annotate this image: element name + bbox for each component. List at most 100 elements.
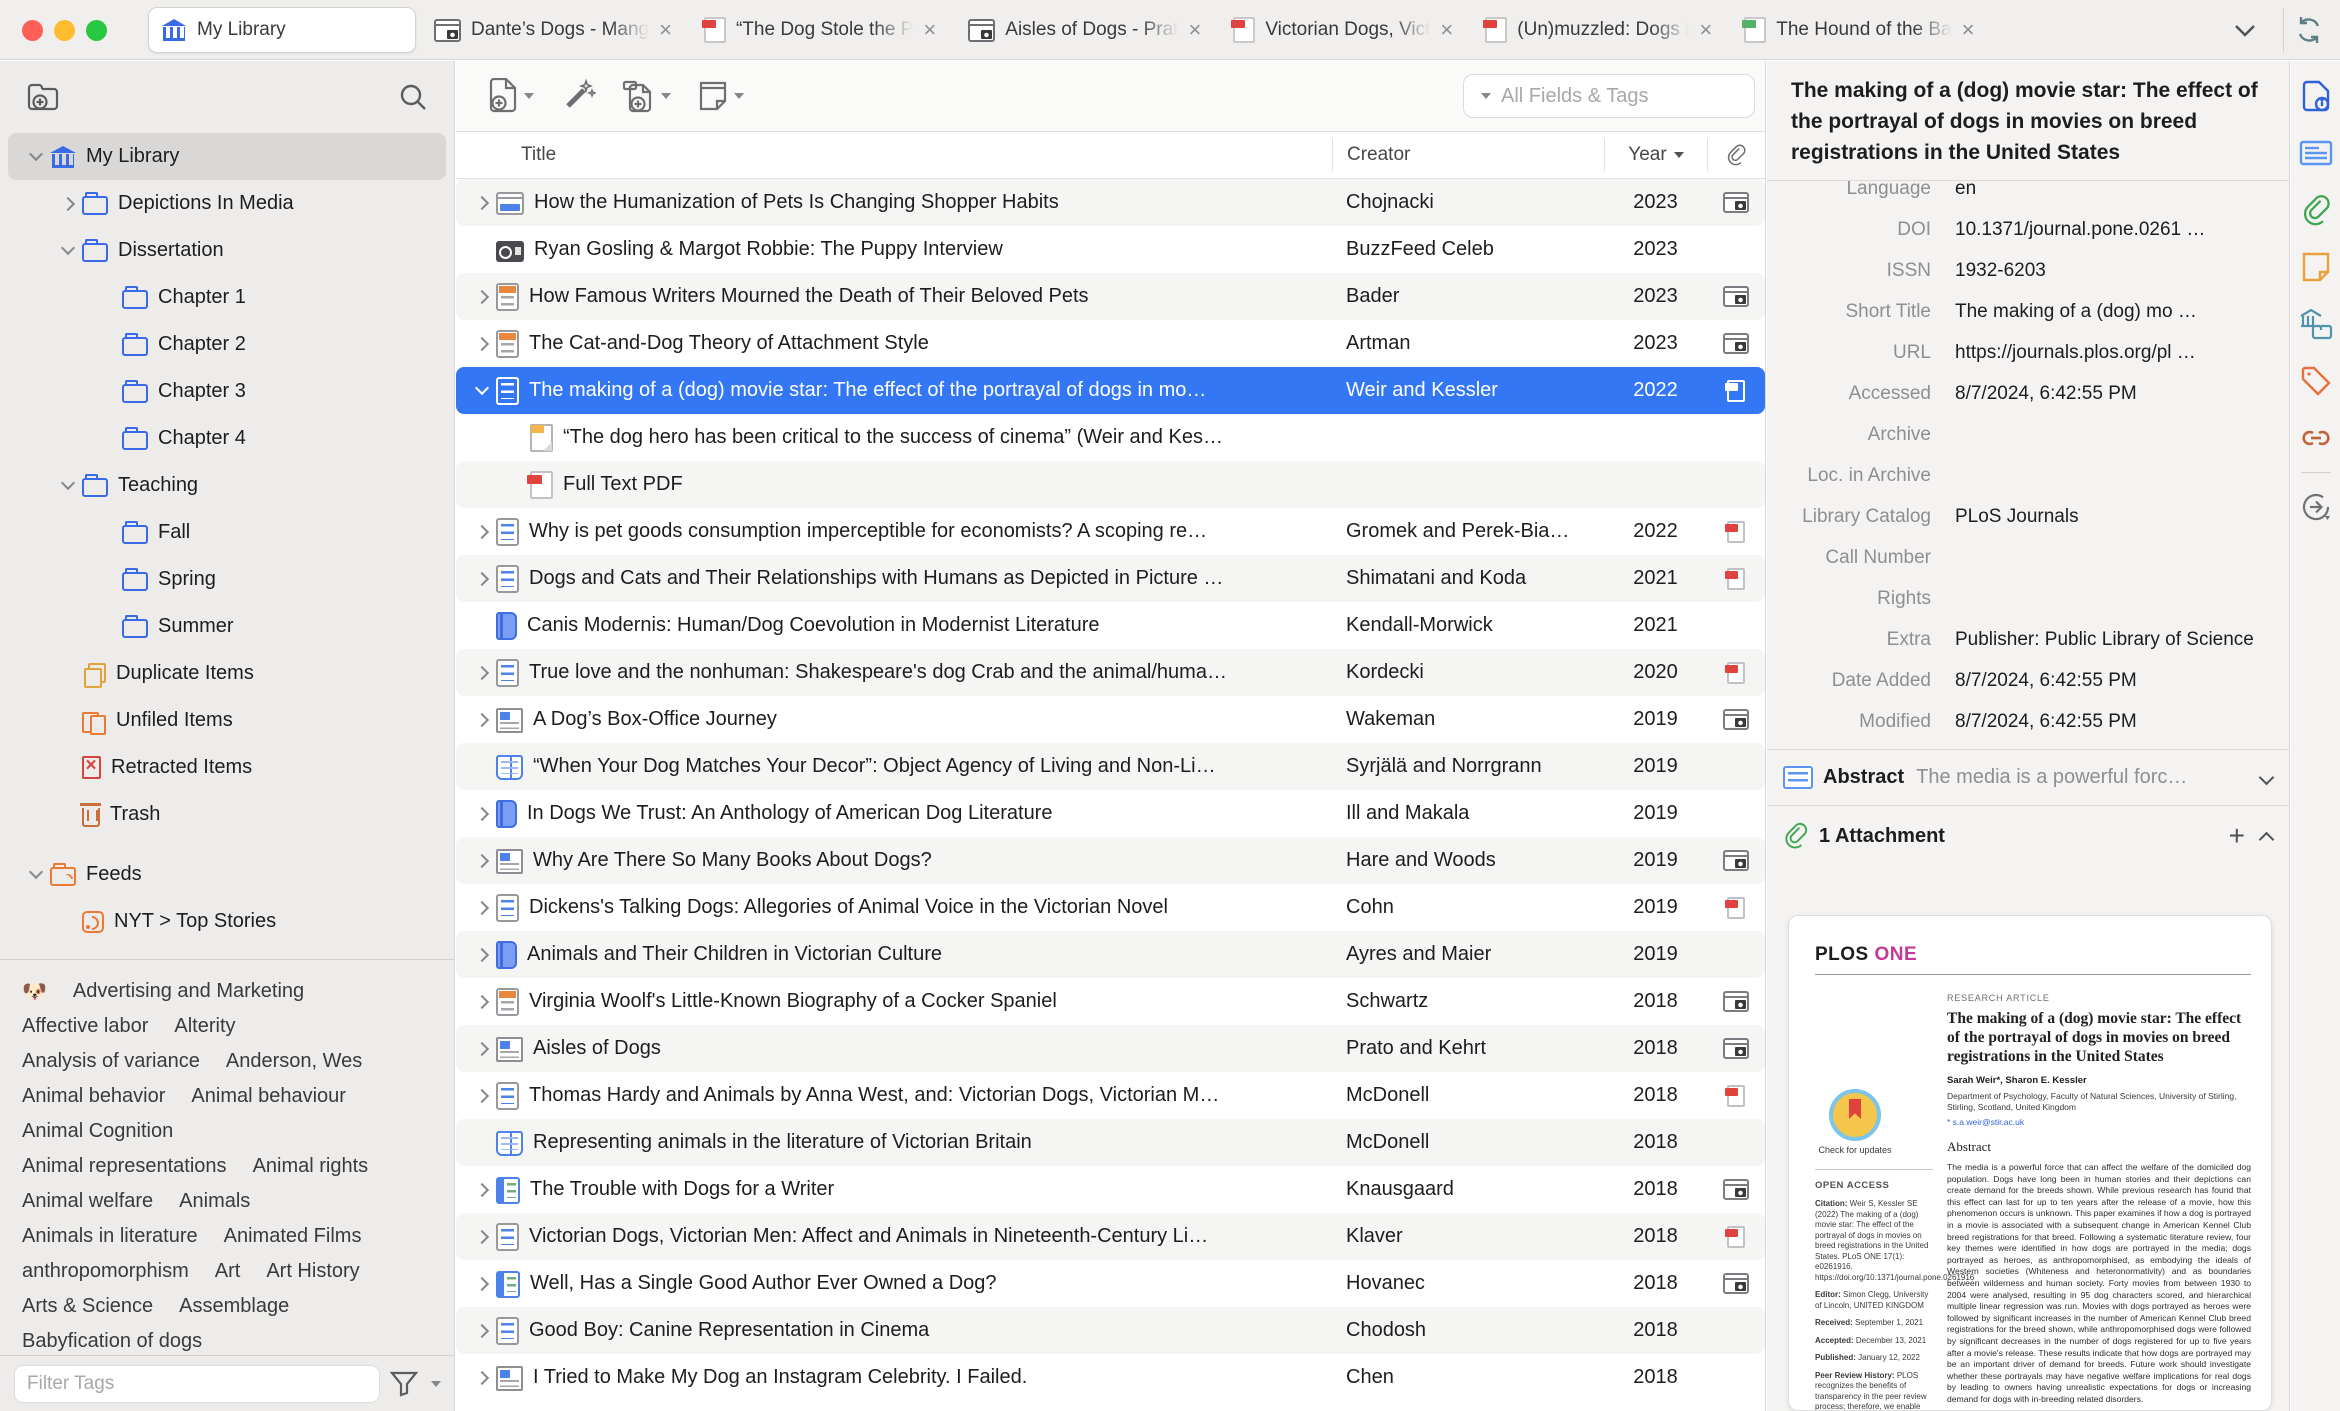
item-row[interactable]: Why is pet goods consumption imperceptib…: [456, 508, 1765, 555]
item-row[interactable]: How Famous Writers Mourned the Death of …: [456, 273, 1765, 320]
item-row[interactable]: The Trouble with Dogs for a Writer Knaus…: [456, 1166, 1765, 1213]
column-header-creator[interactable]: Creator: [1332, 139, 1604, 171]
expander-icon[interactable]: [504, 473, 528, 497]
tag[interactable]: Animal behavior: [22, 1085, 165, 1108]
notes-pane-icon[interactable]: [2299, 250, 2333, 284]
expander-icon[interactable]: [56, 709, 80, 733]
expander-icon[interactable]: [470, 708, 494, 732]
document-tab[interactable]: (Un)muzzled: Dogs i ×: [1473, 7, 1726, 53]
item-row[interactable]: A Dog’s Box-Office Journey Wakeman 2019: [456, 696, 1765, 743]
expander-icon[interactable]: [504, 426, 528, 450]
tag[interactable]: Art History: [266, 1260, 359, 1283]
expander-icon[interactable]: [96, 568, 120, 592]
filter-funnel-icon[interactable]: [390, 1371, 418, 1397]
tags-pane-icon[interactable]: [2299, 364, 2333, 398]
expander-icon[interactable]: [96, 333, 120, 357]
new-collection-icon[interactable]: [26, 82, 60, 112]
sidebar-item[interactable]: Chapter 1: [8, 274, 446, 321]
expander-icon[interactable]: [56, 662, 80, 686]
item-row[interactable]: Well, Has a Single Good Author Ever Owne…: [456, 1260, 1765, 1307]
abstract-expand-chevron-icon[interactable]: [2259, 771, 2273, 785]
sidebar-item[interactable]: Chapter 2: [8, 321, 446, 368]
related-pane-icon[interactable]: [2299, 421, 2333, 455]
tag[interactable]: 🐶: [22, 979, 47, 1004]
expander-icon[interactable]: [470, 1366, 494, 1390]
collection-search-icon[interactable]: [398, 82, 428, 112]
document-tab[interactable]: My Library: [148, 7, 416, 53]
expander-icon[interactable]: [470, 379, 494, 403]
expander-icon[interactable]: [56, 192, 80, 216]
column-header-title[interactable]: Title: [456, 144, 1332, 166]
document-tab[interactable]: Aisles of Dogs - Prat ×: [956, 7, 1215, 53]
expander-icon[interactable]: [470, 520, 494, 544]
tag[interactable]: Animal welfare: [22, 1190, 153, 1213]
expander-icon[interactable]: [56, 474, 80, 498]
expander-icon[interactable]: [56, 910, 80, 934]
expander-icon[interactable]: [470, 1084, 494, 1108]
expander-icon[interactable]: [470, 1272, 494, 1296]
expander-icon[interactable]: [470, 943, 494, 967]
expander-icon[interactable]: [470, 285, 494, 309]
sidebar-item[interactable]: Spring: [8, 556, 446, 603]
item-row[interactable]: Good Boy: Canine Representation in Cinem…: [456, 1307, 1765, 1354]
sidebar-item[interactable]: Dissertation: [8, 227, 446, 274]
field-value[interactable]: [1955, 547, 2273, 571]
sidebar-item[interactable]: Fall: [8, 509, 446, 556]
filter-options-chevron-icon[interactable]: [431, 1381, 441, 1387]
item-row[interactable]: In Dogs We Trust: An Anthology of Americ…: [456, 790, 1765, 837]
document-tab[interactable]: The Hound of the Ba ×: [1732, 7, 1988, 53]
attachment-preview-card[interactable]: PLOS ONE Check for updates OPEN ACCESS C…: [1788, 915, 2272, 1411]
item-row[interactable]: The Cat-and-Dog Theory of Attachment Sty…: [456, 320, 1765, 367]
tag[interactable]: Animals: [179, 1190, 250, 1213]
field-value[interactable]: en: [1955, 181, 2273, 202]
tag[interactable]: Animal Cognition: [22, 1120, 173, 1143]
field-value[interactable]: [1955, 424, 2273, 448]
sidebar-item[interactable]: Unfiled Items: [8, 697, 446, 744]
expander-icon[interactable]: [24, 863, 48, 887]
attachments-collapse-chevron-icon[interactable]: [2259, 829, 2273, 843]
tag[interactable]: Animal behaviour: [191, 1085, 346, 1108]
new-note-button[interactable]: [688, 79, 753, 113]
item-row[interactable]: Dogs and Cats and Their Relationships wi…: [456, 555, 1765, 602]
tag[interactable]: Alterity: [174, 1015, 235, 1038]
expander-icon[interactable]: [470, 238, 494, 262]
tab-close-icon[interactable]: ×: [1186, 19, 1203, 41]
expander-icon[interactable]: [470, 1131, 494, 1155]
sidebar-item[interactable]: Trash: [8, 791, 446, 838]
expander-icon[interactable]: [96, 380, 120, 404]
expander-icon[interactable]: [470, 567, 494, 591]
document-tab[interactable]: Dante’s Dogs - Mang ×: [422, 7, 686, 53]
expander-icon[interactable]: [56, 239, 80, 263]
libraries-collections-pane-icon[interactable]: [2299, 307, 2333, 341]
expander-icon[interactable]: [24, 145, 48, 169]
tag[interactable]: Babyfication of dogs: [22, 1330, 202, 1353]
expander-icon[interactable]: [470, 896, 494, 920]
new-item-button[interactable]: [478, 78, 543, 114]
item-row[interactable]: The making of a (dog) movie star: The ef…: [456, 367, 1765, 414]
expander-icon[interactable]: [470, 1319, 494, 1343]
sidebar-item[interactable]: Chapter 3: [8, 368, 446, 415]
item-row[interactable]: Full Text PDF: [456, 461, 1765, 508]
tag[interactable]: Anderson, Wes: [226, 1050, 362, 1073]
tag[interactable]: Assemblage: [179, 1295, 289, 1318]
search-input[interactable]: [1501, 84, 1766, 108]
expander-icon[interactable]: [470, 849, 494, 873]
field-value[interactable]: 1932-6203: [1955, 260, 2273, 284]
field-value[interactable]: The making of a (dog) mo …: [1955, 301, 2273, 325]
item-row[interactable]: Victorian Dogs, Victorian Men: Affect an…: [456, 1213, 1765, 1260]
close-window-button[interactable]: [22, 20, 43, 41]
expander-icon[interactable]: [470, 614, 494, 638]
item-row[interactable]: Representing animals in the literature o…: [456, 1119, 1765, 1166]
locate-icon[interactable]: [2299, 490, 2333, 524]
attachments-section-header[interactable]: 1 Attachment +: [1767, 812, 2289, 860]
tag[interactable]: Animated Films: [224, 1225, 362, 1248]
field-value[interactable]: Publisher: Public Library of Science: [1955, 629, 2273, 653]
minimize-window-button[interactable]: [54, 20, 75, 41]
expander-icon[interactable]: [96, 615, 120, 639]
column-header-year[interactable]: Year: [1604, 139, 1707, 171]
field-value[interactable]: 8/7/2024, 6:42:55 PM: [1955, 383, 2273, 407]
expander-icon[interactable]: [470, 755, 494, 779]
tag[interactable]: Animal representations: [22, 1155, 227, 1178]
field-value[interactable]: 8/7/2024, 6:42:55 PM: [1955, 711, 2273, 735]
sidebar-item[interactable]: My Library: [8, 133, 446, 180]
